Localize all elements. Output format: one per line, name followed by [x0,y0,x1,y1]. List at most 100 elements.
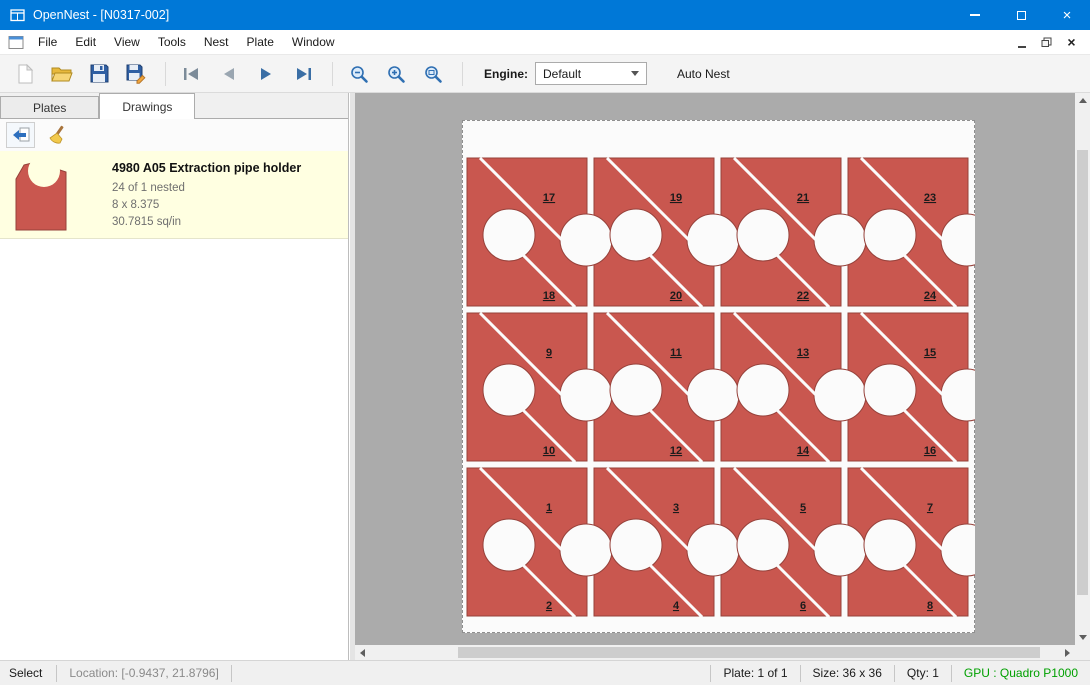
arrow-down-icon [1079,635,1087,640]
pipe-notch [737,209,789,261]
part-number: 1 [546,502,552,514]
drawing-area: 30.7815 sq/in [112,214,301,231]
arrow-up-icon [1079,98,1087,103]
part-number: 11 [670,347,682,359]
last-plate-button[interactable] [286,59,320,89]
part-number: 4 [673,600,680,612]
pipe-notch [814,214,866,266]
scrollbar-corner [1075,645,1090,660]
pipe-notch [864,519,916,571]
menu-window[interactable]: Window [283,30,344,55]
nest-canvas[interactable]: 171819202122232491011121314151612345678 [355,93,1090,660]
scroll-left-button[interactable] [355,645,370,660]
sidebar-tabs: Plates Drawings [0,93,348,119]
drawing-item-text: 4980 A05 Extraction pipe holder 24 of 1 … [112,159,301,230]
close-icon: × [1063,8,1072,23]
menu-tools[interactable]: Tools [149,30,195,55]
mdi-minimize-button[interactable] [1011,33,1032,52]
mdi-restore-icon [1041,37,1052,48]
go-previous-icon [218,66,240,82]
plate[interactable]: 171819202122232491011121314151612345678 [462,120,975,633]
part-number: 5 [800,502,806,514]
next-plate-button[interactable] [249,59,283,89]
drawing-list-item[interactable]: 4980 A05 Extraction pipe holder 24 of 1 … [0,151,348,239]
scroll-down-button[interactable] [1075,630,1090,645]
tab-plates[interactable]: Plates [0,96,99,118]
pipe-notch [737,519,789,571]
engine-value: Default [543,67,581,81]
go-first-icon [181,66,203,82]
pipe-notch [814,524,866,576]
engine-label: Engine: [484,67,528,81]
status-right-group: Plate: 1 of 1 Size: 36 x 36 Qty: 1 GPU :… [710,661,1090,685]
sidebar: Plates Drawings 4980 A05 Extraction pipe… [0,93,349,660]
part-number: 20 [670,290,682,302]
flip-drawing-button[interactable] [6,122,35,148]
maximize-button[interactable] [998,0,1044,30]
part-number: 16 [924,445,936,457]
arrow-right-icon [1065,649,1070,657]
first-plate-button[interactable] [175,59,209,89]
previous-plate-button[interactable] [212,59,246,89]
part-number: 14 [797,445,810,457]
pipe-notch [737,364,789,416]
pipe-notch [610,364,662,416]
main-toolbar: Engine: Default Auto Nest [0,55,1090,93]
pipe-notch [814,369,866,421]
toolbar-separator [165,62,166,86]
part-number: 13 [797,347,809,359]
clean-drawings-button[interactable] [42,122,71,148]
part-number: 24 [924,290,937,302]
drawings-toolbar [0,119,348,151]
status-separator [231,665,232,682]
pipe-notch [483,209,535,261]
save-as-icon [126,64,147,84]
minimize-icon [970,14,980,16]
new-nest-button[interactable] [8,59,42,89]
horizontal-scroll-thumb[interactable] [458,647,1040,658]
broom-icon [47,125,67,145]
mdi-restore-button[interactable] [1036,33,1057,52]
vertical-scroll-thumb[interactable] [1077,150,1088,595]
zoom-fit-button[interactable] [416,59,450,89]
status-bar: Select Location: [-0.9437, 21.8796] Plat… [0,660,1090,685]
new-file-icon [17,64,34,84]
menu-edit[interactable]: Edit [66,30,105,55]
vertical-scrollbar[interactable] [1075,93,1090,645]
status-qty: Qty: 1 [895,666,951,680]
menu-file[interactable]: File [29,30,66,55]
mdi-close-button[interactable]: × [1061,33,1082,52]
zoom-out-button[interactable] [342,59,376,89]
scroll-right-button[interactable] [1060,645,1075,660]
menu-nest[interactable]: Nest [195,30,238,55]
horizontal-scrollbar[interactable] [355,645,1075,660]
minimize-button[interactable] [952,0,998,30]
part-number: 7 [927,502,933,514]
scroll-up-button[interactable] [1075,93,1090,108]
flip-icon [11,126,31,144]
pipe-notch [560,524,612,576]
zoom-in-button[interactable] [379,59,413,89]
menu-plate[interactable]: Plate [238,30,283,55]
part-number: 9 [546,347,552,359]
open-button[interactable] [45,59,79,89]
pipe-notch [687,369,739,421]
document-icon [8,35,24,50]
tab-drawings[interactable]: Drawings [99,93,195,119]
close-button[interactable]: × [1044,0,1090,30]
mdi-minimize-icon [1018,46,1026,48]
mdi-window-controls: × [1011,33,1082,52]
pipe-notch [864,364,916,416]
chevron-down-icon [631,71,639,76]
part-number: 12 [670,445,682,457]
part-number: 3 [673,502,679,514]
save-button[interactable] [82,59,116,89]
pipe-notch [610,519,662,571]
save-as-button[interactable] [119,59,153,89]
window-controls: × [952,0,1090,30]
menu-view[interactable]: View [105,30,149,55]
auto-nest-button[interactable]: Auto Nest [671,63,736,85]
engine-select[interactable]: Default [535,62,647,85]
part-number: 2 [546,600,552,612]
part-number: 6 [800,600,806,612]
